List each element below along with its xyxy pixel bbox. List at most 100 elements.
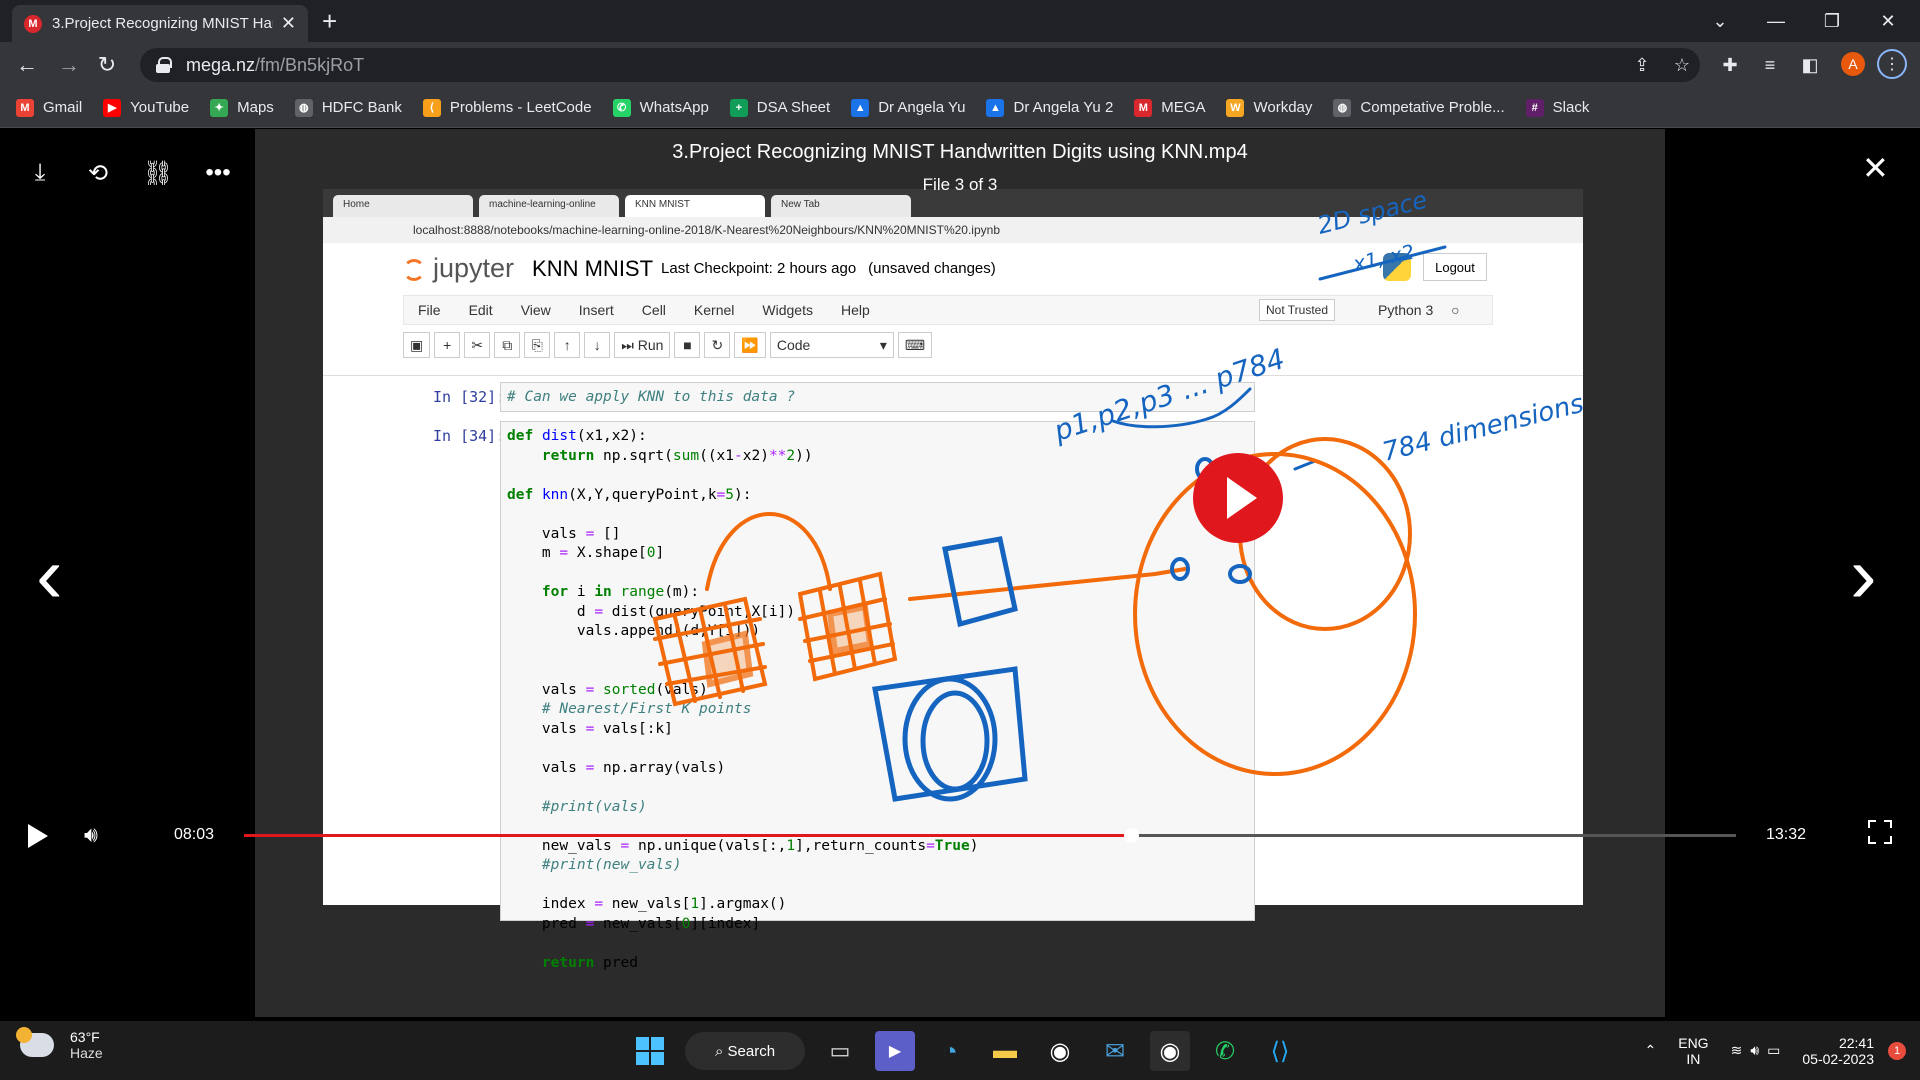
sidepanel-icon[interactable]: ◧ — [1796, 51, 1824, 79]
minimize-button[interactable]: — — [1748, 0, 1804, 42]
browser-tab[interactable]: M 3.Project Recognizing MNIST Har ✕ — [12, 5, 308, 42]
fullscreen-icon[interactable] — [1868, 820, 1892, 844]
bookmark-label: HDFC Bank — [321, 99, 402, 116]
next-file-icon[interactable]: › — [1850, 529, 1877, 621]
browser-tabstrip: M 3.Project Recognizing MNIST Har ✕ + ⌄ … — [0, 0, 1920, 42]
play-icon[interactable] — [28, 824, 48, 848]
windows-taskbar: 63°F Haze ⌕ Search ▭ ▶ ◔ ▬ ◉ ✉ ◉ ✆ ⟨⟩ ⌃ … — [0, 1021, 1920, 1080]
mega-icon: M — [24, 14, 42, 33]
bookmark-item[interactable]: ⟨ Problems - LeetCode — [422, 98, 592, 117]
video-title: 3.Project Recognizing MNIST Handwritten … — [672, 141, 1248, 163]
bookmark-item[interactable]: M Gmail — [16, 98, 83, 117]
bookmark-item[interactable]: ◍ Competative Proble... — [1333, 98, 1505, 117]
taskbar-search[interactable]: ⌕ Search — [685, 1032, 805, 1070]
notification-badge[interactable]: 1 — [1888, 1041, 1906, 1060]
teams-icon[interactable]: ▶ — [875, 1031, 915, 1071]
file-explorer-icon[interactable]: ▬ — [985, 1031, 1025, 1071]
bookmark-item[interactable]: + DSA Sheet — [729, 98, 831, 117]
lock-icon — [156, 57, 172, 73]
address-bar[interactable]: mega.nz/fm/Bn5kjRoT — [140, 48, 1700, 82]
weather-condition: Haze — [70, 1045, 103, 1061]
chrome-icon[interactable]: ◉ — [1040, 1031, 1080, 1071]
bookmark-item[interactable]: M MEGA — [1134, 98, 1206, 117]
close-window-button[interactable]: ✕ — [1860, 0, 1916, 42]
restore-button[interactable]: ❐ — [1804, 0, 1860, 42]
bookmark-label: Competative Proble... — [1360, 99, 1505, 116]
bookmark-label: Dr Angela Yu 2 — [1013, 99, 1114, 116]
whatsapp-icon: ✆ — [612, 98, 631, 117]
url-path: /fm/Bn5kjRoT — [255, 54, 365, 75]
drive-icon: ▲ — [986, 98, 1005, 117]
chrome-menu-icon[interactable]: ⋮ — [1877, 49, 1907, 79]
bookmarks-bar: M Gmail ▶ YouTube ✦ Maps ◍ HDFC Bank ⟨ Problems -… — [0, 88, 1920, 128]
maps-icon: ✦ — [210, 98, 229, 117]
seek-handle[interactable] — [1124, 828, 1140, 843]
edge-icon[interactable]: ◔ — [930, 1031, 970, 1071]
start-button[interactable] — [630, 1031, 670, 1071]
file-counter: File 3 of 3 — [922, 175, 998, 194]
wifi-icon[interactable]: ≋ — [1731, 1042, 1743, 1059]
share-icon[interactable]: ⇪ — [1628, 51, 1656, 79]
bookmark-item[interactable]: ◍ HDFC Bank — [294, 98, 402, 117]
globe-icon: ◍ — [294, 98, 313, 117]
windows-icon — [636, 1037, 664, 1065]
bookmark-label: Gmail — [43, 99, 83, 116]
chrome-active-icon[interactable]: ◉ — [1150, 1031, 1190, 1071]
reload-icon[interactable]: ↻ — [92, 50, 122, 80]
bookmark-item[interactable]: ▲ Dr Angela Yu 2 — [986, 98, 1114, 117]
bookmark-item[interactable]: ▶ YouTube — [103, 98, 190, 117]
close-tab-icon[interactable]: ✕ — [281, 13, 296, 34]
youtube-icon: ▶ — [103, 98, 122, 117]
close-viewer-icon[interactable]: ✕ — [1862, 149, 1889, 187]
language-indicator[interactable]: ENG IN — [1678, 1035, 1708, 1067]
bookmark-label: Dr Angela Yu — [878, 99, 966, 116]
seek-bar[interactable] — [244, 828, 1736, 843]
url-host: mega.nz — [186, 54, 256, 75]
vscode-icon[interactable]: ⟨⟩ — [1260, 1031, 1300, 1071]
taskbar-apps: ⌕ Search ▭ ▶ ◔ ▬ ◉ ✉ ◉ ✆ ⟨⟩ — [630, 1031, 1315, 1071]
plus-icon: + — [729, 98, 748, 117]
bookmark-label: Slack — [1552, 99, 1590, 116]
tray-chevron-icon[interactable]: ⌃ — [1645, 1042, 1657, 1059]
workday-icon: W — [1226, 98, 1245, 117]
bookmark-item[interactable]: ✆ WhatsApp — [612, 98, 709, 117]
bookmark-label: Maps — [237, 99, 274, 116]
slack-icon: # — [1525, 98, 1544, 117]
new-tab-button[interactable]: + — [322, 6, 337, 37]
task-view-icon[interactable]: ▭ — [820, 1031, 860, 1071]
bookmark-item[interactable]: ✦ Maps — [210, 98, 274, 117]
speaker-icon[interactable]: 🔊︎ — [1750, 1042, 1759, 1059]
forward-icon[interactable]: → — [54, 50, 84, 80]
star-icon[interactable]: ☆ — [1668, 51, 1696, 79]
profile-avatar[interactable]: A — [1841, 52, 1865, 76]
play-overlay-button[interactable] — [1193, 453, 1283, 543]
mail-icon[interactable]: ✉ — [1095, 1031, 1135, 1071]
system-tray: ⌃ ENG IN ≋ 🔊︎ ▭ 22:41 05-02-2023 1 — [1645, 1021, 1920, 1080]
bookmark-label: Workday — [1253, 99, 1313, 116]
weather-widget[interactable]: 63°F Haze — [16, 1027, 103, 1061]
back-icon[interactable]: ← — [12, 50, 42, 80]
seek-progress — [244, 834, 1132, 837]
clock[interactable]: 22:41 05-02-2023 — [1802, 1035, 1874, 1067]
bookmark-item[interactable]: ▲ Dr Angela Yu — [851, 98, 966, 117]
bookmark-item[interactable]: # Slack — [1525, 98, 1590, 117]
previous-file-icon[interactable]: ‹ — [36, 529, 63, 621]
bookmark-item[interactable]: W Workday — [1226, 98, 1313, 117]
current-time: 08:03 — [174, 826, 215, 843]
volume-icon[interactable]: 🔊︎ — [84, 822, 98, 848]
battery-icon[interactable]: ▭ — [1767, 1042, 1780, 1059]
bookmark-label: DSA Sheet — [756, 99, 831, 116]
bookmark-label: MEGA — [1161, 99, 1206, 116]
extensions-icon[interactable]: ✚ — [1716, 51, 1744, 79]
whatsapp-icon[interactable]: ✆ — [1205, 1031, 1245, 1071]
media-icon[interactable]: ≡ — [1756, 51, 1784, 79]
bookmark-label: YouTube — [130, 99, 190, 116]
points-annotation: p1,p2,p3 ... p784 — [1049, 342, 1289, 448]
bookmark-label: Problems - LeetCode — [449, 99, 592, 116]
browser-toolbar: ← → ↻ mega.nz/fm/Bn5kjRoT ⇪ ☆ ✚ ≡ ◧ — [0, 42, 1920, 88]
tab-search-icon[interactable]: ⌄ — [1692, 0, 1748, 42]
weather-icon — [16, 1027, 54, 1057]
leetcode-icon: ⟨ — [422, 98, 441, 117]
temperature: 63°F — [70, 1029, 100, 1045]
drive-icon: ▲ — [851, 98, 870, 117]
